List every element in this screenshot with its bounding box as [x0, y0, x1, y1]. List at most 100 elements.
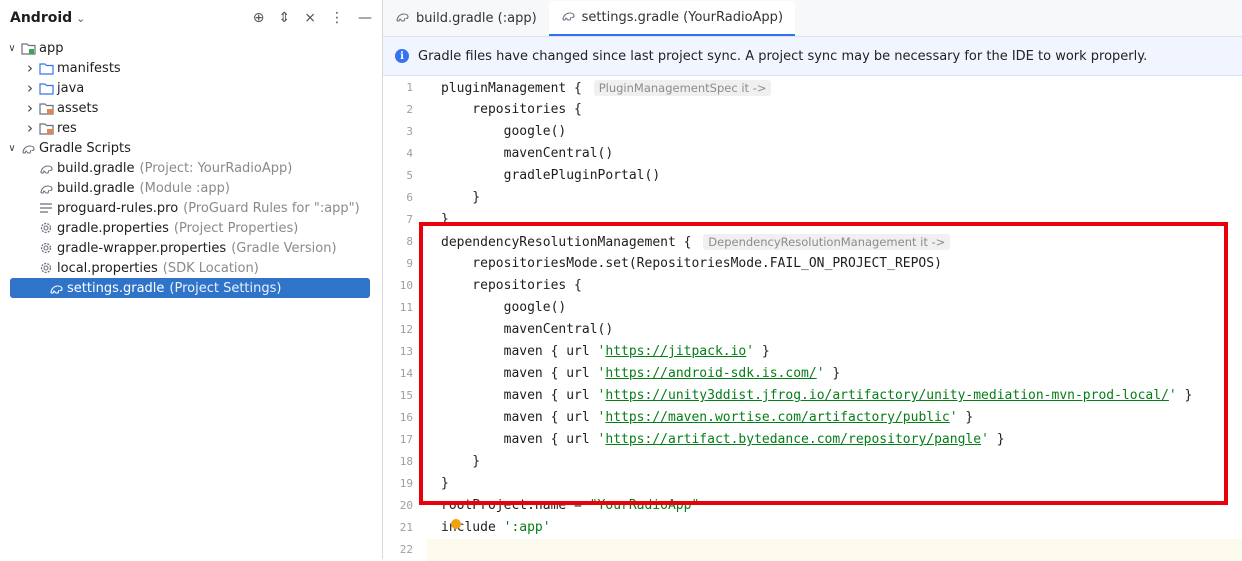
code-token: pluginManagement {	[441, 81, 590, 96]
line-number: 7	[406, 213, 413, 226]
tree-item-label: assets	[57, 100, 99, 116]
tree-item-hint: (Project Properties)	[173, 220, 299, 236]
inlay-hint: PluginManagementSpec it ->	[593, 80, 772, 96]
gradle-icon	[395, 10, 410, 27]
tab-label: build.gradle (:app)	[416, 11, 537, 26]
tree-item-hint: (Project: YourRadioApp)	[139, 160, 293, 176]
code-line[interactable]: repositories {	[441, 99, 582, 121]
code-token: ':app'	[503, 520, 551, 535]
tree-item-label: java	[57, 80, 85, 96]
tree-item-label: proguard-rules.pro	[57, 200, 179, 216]
chevron-down-icon[interactable]: ∨	[4, 43, 20, 54]
tree-item[interactable]: build.gradle (Module :app)	[0, 178, 382, 198]
tree-item[interactable]: ∨ Gradle Scripts	[0, 138, 382, 158]
settings-gear-icon	[38, 221, 54, 235]
tree-item[interactable]: › manifests	[0, 58, 382, 78]
tree-item-label: build.gradle	[57, 160, 135, 176]
code-token: google()	[441, 124, 567, 139]
tree-item-hint: (SDK Location)	[162, 260, 259, 276]
settings-gear-icon	[38, 261, 54, 275]
code-line[interactable]: google()	[441, 121, 567, 143]
line-number: 5	[406, 169, 413, 182]
project-panel-header: Android ⌄ ⊕ ⇕ ⨯ ⋮ —	[0, 0, 382, 36]
tree-item-hint: (ProGuard Rules for ":app")	[183, 200, 360, 216]
banner-text: Gradle files have changed since last pro…	[418, 48, 1148, 64]
line-number: 9	[406, 257, 413, 270]
chevron-down-icon[interactable]: ∨	[4, 143, 20, 154]
line-number: 10	[399, 279, 413, 292]
project-view-selector[interactable]: Android	[10, 10, 72, 26]
line-number: 13	[399, 345, 413, 358]
text-file-icon	[38, 201, 54, 215]
chevron-down-icon[interactable]: ⌄	[76, 12, 85, 25]
chevron-right-icon[interactable]: ›	[22, 59, 38, 77]
tree-item-label: gradle-wrapper.properties	[57, 240, 227, 256]
chevron-right-icon[interactable]: ›	[22, 99, 38, 117]
tree-item[interactable]: gradle.properties (Project Properties)	[0, 218, 382, 238]
tree-item-hint: (Project Settings)	[169, 280, 282, 296]
tree-item[interactable]: › java	[0, 78, 382, 98]
collapse-all-icon[interactable]: ⨯	[304, 10, 316, 26]
line-number: 3	[406, 125, 413, 138]
tree-item-label: gradle.properties	[57, 220, 169, 236]
line-number: 6	[406, 191, 413, 204]
gradle-icon	[38, 181, 54, 195]
gradle-icon	[38, 161, 54, 175]
line-number: 8	[406, 235, 413, 248]
hide-panel-icon[interactable]: —	[358, 10, 372, 26]
resource-folder-icon	[38, 121, 54, 135]
code-line[interactable]: pluginManagement { PluginManagementSpec …	[441, 77, 772, 99]
project-tree: ∨ app › manifests › java › assets › res ∨ Gradle Sc…	[0, 38, 382, 298]
line-number: 14	[399, 367, 413, 380]
tree-item-label: res	[57, 120, 77, 136]
line-number: 1	[406, 81, 413, 94]
gradle-icon	[20, 141, 36, 155]
highlight-box	[419, 222, 1228, 505]
tree-item[interactable]: build.gradle (Project: YourRadioApp)	[0, 158, 382, 178]
gradle-icon	[561, 9, 576, 26]
tree-item[interactable]: proguard-rules.pro (ProGuard Rules for ":…	[0, 198, 382, 218]
code-line[interactable]: gradlePluginPortal()	[441, 165, 661, 187]
tree-item-hint: (Module :app)	[139, 180, 230, 196]
tree-item-label: manifests	[57, 60, 121, 76]
app-module-icon	[20, 41, 36, 55]
code-token: gradlePluginPortal()	[441, 168, 661, 183]
line-number: 11	[399, 301, 413, 314]
chevron-right-icon[interactable]: ›	[22, 119, 38, 137]
expand-all-icon[interactable]: ⇕	[279, 10, 291, 26]
tree-item-label: Gradle Scripts	[39, 140, 131, 156]
line-number: 2	[406, 103, 413, 116]
tree-item[interactable]: settings.gradle (Project Settings)	[10, 278, 370, 298]
code-line[interactable]: }	[441, 187, 480, 209]
line-number: 19	[399, 477, 413, 490]
code-token: repositories {	[441, 102, 582, 117]
line-number: 18	[399, 455, 413, 468]
editor-tab[interactable]: settings.gradle (YourRadioApp)	[548, 1, 796, 36]
tree-item[interactable]: › res	[0, 118, 382, 138]
tree-item[interactable]: › assets	[0, 98, 382, 118]
line-number: 4	[406, 147, 413, 160]
chevron-right-icon[interactable]: ›	[22, 79, 38, 97]
project-panel-toolbar: ⊕ ⇕ ⨯ ⋮ —	[253, 10, 372, 26]
more-options-icon[interactable]: ⋮	[330, 10, 344, 26]
line-number: 22	[399, 543, 413, 556]
sync-notification-banner: i Gradle files have changed since last p…	[383, 37, 1242, 76]
code-token: mavenCentral()	[441, 146, 614, 161]
locate-icon[interactable]: ⊕	[253, 10, 265, 26]
tree-item[interactable]: ∨ app	[0, 38, 382, 58]
intention-bulb-icon[interactable]	[451, 519, 461, 529]
line-number: 15	[399, 389, 413, 402]
project-panel: Android ⌄ ⊕ ⇕ ⨯ ⋮ — ∨ app › manifests › java ›…	[0, 0, 383, 559]
tree-item[interactable]: gradle-wrapper.properties (Gradle Version…	[0, 238, 382, 258]
line-number: 12	[399, 323, 413, 336]
settings-gear-icon	[38, 241, 54, 255]
line-number: 21	[399, 521, 413, 534]
editor-tabs: build.gradle (:app) settings.gradle (Your…	[383, 0, 1242, 37]
tree-item[interactable]: local.properties (SDK Location)	[0, 258, 382, 278]
folder-icon	[38, 81, 54, 95]
editor-tab[interactable]: build.gradle (:app)	[383, 1, 549, 36]
code-line[interactable]: mavenCentral()	[441, 143, 614, 165]
gradle-icon	[48, 281, 64, 295]
tree-item-label: local.properties	[57, 260, 158, 276]
folder-icon	[38, 61, 54, 75]
